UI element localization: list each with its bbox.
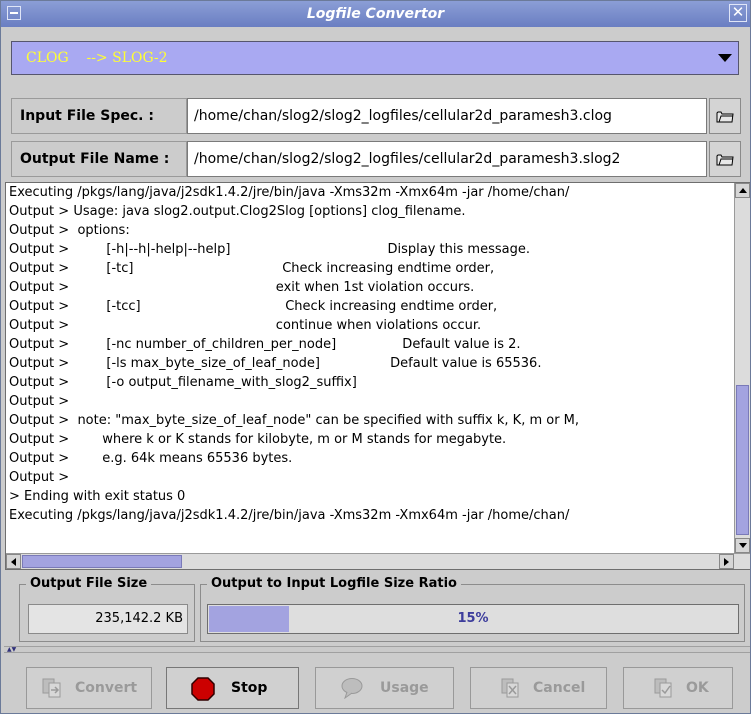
log-line: Output > note: "max_byte_size_of_leaf_no…: [9, 413, 580, 428]
split-pane-divider[interactable]: ▲▼: [4, 646, 750, 653]
folder-icon: [716, 111, 734, 123]
log-line: Output > continue when violations occur.: [9, 318, 482, 333]
cancel-button[interactable]: Cancel: [470, 667, 607, 709]
output-file-size-value: 235,142.2 KB: [28, 604, 188, 634]
divider-arrows-icon[interactable]: ▲▼: [7, 647, 16, 653]
cancel-icon: [501, 678, 519, 698]
log-line: Output > [-tcc] Check increasing endtime…: [9, 299, 498, 314]
log-line: Output >: [9, 470, 70, 485]
size-ratio-group: Output to Input Logfile Size Ratio 15%: [200, 575, 745, 642]
ok-icon: [654, 678, 672, 698]
progress-percent-label: 15%: [457, 611, 489, 626]
log-line: Output > [-tc] Check increasing endtime …: [9, 261, 495, 276]
size-ratio-legend: Output to Input Logfile Size Ratio: [207, 575, 461, 593]
log-line: Output > [-ls max_byte_size_of_leaf_node…: [9, 356, 542, 371]
ok-button[interactable]: OK: [623, 667, 733, 709]
cancel-button-label: Cancel: [533, 680, 586, 696]
speech-bubble-icon: [341, 678, 363, 699]
input-browse-button[interactable]: [709, 98, 741, 134]
chevron-down-icon[interactable]: [718, 54, 732, 62]
vertical-scroll-thumb[interactable]: [736, 385, 749, 535]
output-file-field[interactable]: /home/chan/slog2/slog2_logfiles/cellular…: [187, 141, 707, 177]
log-line: Output > options:: [9, 223, 130, 238]
stop-icon: [191, 677, 215, 701]
log-line: Output > [-nc number_of_children_per_nod…: [9, 337, 521, 352]
scroll-down-icon[interactable]: [735, 538, 750, 553]
logfile-convertor-window: Logfile Convertor ✕ CLOG --> SLOG-2 Inpu…: [0, 0, 751, 714]
log-line: Output >: [9, 394, 70, 409]
converter-select-value: CLOG --> SLOG-2: [26, 50, 168, 66]
log-line: Executing /pkgs/lang/java/j2sdk1.4.2/jre…: [9, 185, 570, 200]
output-file-label: Output File Name :: [11, 141, 187, 177]
scroll-right-icon[interactable]: [719, 554, 734, 569]
scroll-left-icon[interactable]: [6, 554, 21, 569]
horizontal-scrollbar[interactable]: [6, 553, 750, 569]
log-text: Executing /pkgs/lang/java/j2sdk1.4.2/jre…: [6, 183, 734, 553]
log-output-area[interactable]: Executing /pkgs/lang/java/j2sdk1.4.2/jre…: [5, 182, 750, 570]
stop-button[interactable]: Stop: [166, 667, 299, 709]
log-line: Output > Usage: java slog2.output.Clog2S…: [9, 204, 466, 219]
output-file-size-legend: Output File Size: [26, 575, 152, 593]
output-file-size-group: Output File Size 235,142.2 KB: [19, 575, 195, 642]
vertical-scrollbar[interactable]: [734, 183, 750, 553]
usage-button[interactable]: Usage: [315, 667, 454, 709]
convert-icon: [42, 678, 61, 698]
stop-button-label: Stop: [231, 680, 268, 696]
input-file-field[interactable]: /home/chan/slog2/slog2_logfiles/cellular…: [187, 98, 707, 134]
input-file-label: Input File Spec. :: [11, 98, 187, 134]
scroll-up-icon[interactable]: [735, 183, 750, 198]
horizontal-scroll-thumb[interactable]: [22, 555, 182, 568]
title-bar: Logfile Convertor ✕: [1, 1, 750, 27]
close-icon[interactable]: ✕: [729, 4, 747, 22]
log-line: Output > [-o output_filename_with_slog2_…: [9, 375, 357, 390]
usage-button-label: Usage: [380, 680, 429, 696]
log-line: Output > e.g. 64k means 65536 bytes.: [9, 451, 293, 466]
window-title: Logfile Convertor: [306, 6, 445, 22]
ok-button-label: OK: [686, 680, 709, 696]
log-line: Output > [-h|--h|-help|--help] Display t…: [9, 242, 530, 257]
output-browse-button[interactable]: [709, 141, 741, 177]
folder-icon: [716, 154, 734, 166]
log-line: Output > where k or K stands for kilobyt…: [9, 432, 507, 447]
log-line: > Ending with exit status 0: [9, 489, 186, 504]
convert-button-label: Convert: [75, 680, 138, 696]
convert-button[interactable]: Convert: [26, 667, 152, 709]
log-line: Executing /pkgs/lang/java/j2sdk1.4.2/jre…: [9, 508, 570, 523]
log-line: Output > exit when 1st violation occurs.: [9, 280, 475, 295]
converter-select[interactable]: CLOG --> SLOG-2: [11, 41, 739, 75]
size-ratio-progress-bar: 15%: [207, 604, 739, 634]
